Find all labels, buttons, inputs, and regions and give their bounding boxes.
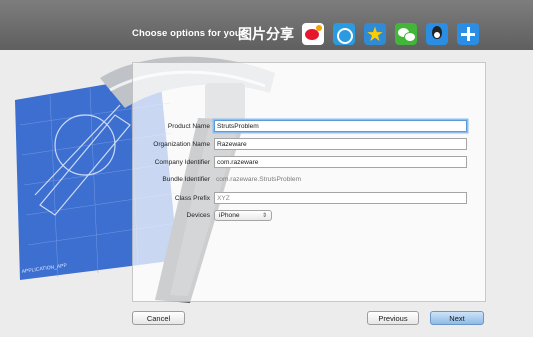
organization-name-input[interactable]: Razeware — [214, 138, 467, 150]
bundle-identifier-value: com.razeware.StrutsProblem — [216, 176, 302, 183]
class-prefix-input[interactable]: XYZ — [214, 192, 467, 204]
previous-button[interactable]: Previous — [367, 311, 419, 325]
product-name-input[interactable]: StrutsProblem — [214, 120, 467, 132]
organization-name-row: Organization Name Razeware — [132, 138, 484, 152]
devices-selected-value: iPhone — [219, 212, 240, 219]
company-identifier-row: Company Identifier com.razeware — [132, 156, 484, 170]
class-prefix-row: Class Prefix XYZ — [132, 192, 484, 206]
devices-label: Devices — [186, 212, 210, 219]
more-icon[interactable] — [457, 23, 479, 45]
company-identifier-label: Company Identifier — [154, 159, 210, 166]
product-name-row: Product Name StrutsProblem — [132, 120, 484, 134]
wechat-icon[interactable] — [395, 23, 417, 45]
bundle-identifier-label: Bundle Identifier — [162, 176, 210, 183]
class-prefix-label: Class Prefix — [174, 195, 210, 202]
company-identifier-input[interactable]: com.razeware — [214, 156, 467, 168]
updown-arrows-icon: ⇕ — [261, 212, 267, 219]
bundle-identifier-row: Bundle Identifier com.razeware.StrutsPro… — [132, 173, 484, 187]
qzone-icon[interactable] — [364, 22, 386, 46]
devices-select[interactable]: iPhone ⇕ — [214, 210, 272, 221]
product-name-label: Product Name — [167, 123, 210, 130]
qq-icon[interactable] — [426, 23, 448, 45]
next-button[interactable]: Next — [430, 311, 484, 325]
tencent-weibo-icon[interactable] — [333, 23, 355, 45]
weibo-icon[interactable] — [302, 23, 324, 45]
xcode-new-project-window: Choose options for your 图片分享 APPLICATION… — [0, 0, 533, 337]
cancel-button[interactable]: Cancel — [132, 311, 185, 325]
devices-row: Devices iPhone ⇕ — [132, 209, 484, 223]
organization-name-label: Organization Name — [153, 141, 210, 148]
